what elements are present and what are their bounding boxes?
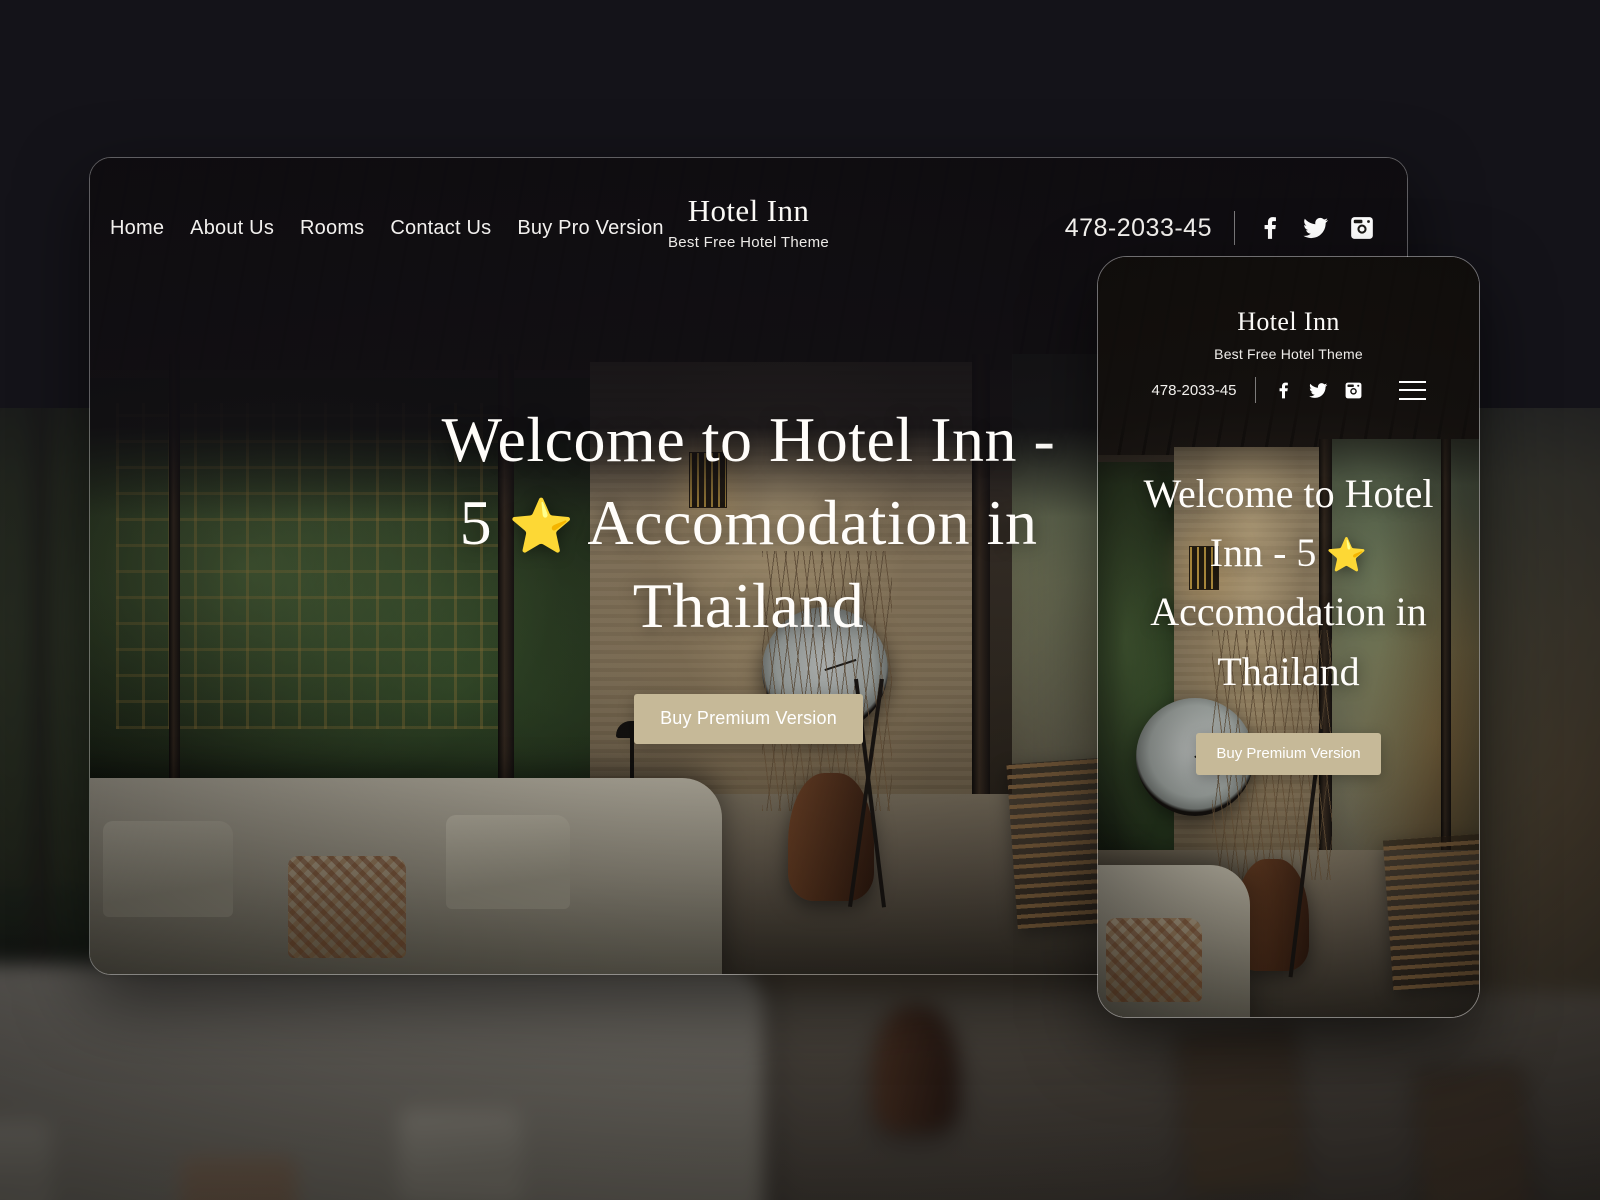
mobile-buy-premium-version-button[interactable]: Buy Premium Version xyxy=(1196,732,1381,775)
nav-item-home[interactable]: Home xyxy=(110,217,164,240)
nav-item-contact-us[interactable]: Contact Us xyxy=(390,217,491,240)
header-contact-group: 478-2033-45 xyxy=(1065,211,1375,245)
star-icon: ⭐ xyxy=(508,498,575,557)
mobile-header-divider xyxy=(1254,377,1256,403)
social-links xyxy=(1257,215,1375,241)
hero-heading: Welcome to Hotel Inn - 5 ⭐ Accomodation … xyxy=(429,398,1069,648)
mobile-social-links xyxy=(1274,381,1363,400)
mobile-hero-heading-part-one: Welcome to Hotel Inn - 5 xyxy=(1143,471,1434,576)
header-phone-number[interactable]: 478-2033-45 xyxy=(1065,214,1212,243)
main-navigation: Home About Us Rooms Contact Us Buy Pro V… xyxy=(110,217,664,240)
mobile-hero-heading-part-two: Accomodation in Thailand xyxy=(1150,589,1427,694)
mobile-hero-heading: Welcome to Hotel Inn - 5 ⭐ Accomodation … xyxy=(1124,464,1454,701)
buy-premium-version-button[interactable]: Buy Premium Version xyxy=(634,693,863,744)
hamburger-menu-icon[interactable] xyxy=(1398,380,1426,400)
header-divider xyxy=(1234,211,1235,245)
star-icon: ⭐ xyxy=(1326,538,1368,575)
mobile-preview-panel: Hotel Inn Best Free Hotel Theme 478-2033… xyxy=(1097,256,1480,1018)
nav-item-rooms[interactable]: Rooms xyxy=(300,217,364,240)
instagram-icon[interactable] xyxy=(1344,381,1363,400)
facebook-icon[interactable] xyxy=(1257,215,1283,241)
hamburger-bar xyxy=(1398,389,1426,391)
hero-heading-part-two: Accomodation in Thailand xyxy=(574,487,1038,642)
nav-item-about-us[interactable]: About Us xyxy=(190,217,274,240)
mobile-contact-bar: 478-2033-45 xyxy=(1098,377,1479,403)
mobile-phone-number[interactable]: 478-2033-45 xyxy=(1151,382,1236,399)
instagram-icon[interactable] xyxy=(1349,215,1375,241)
hamburger-bar xyxy=(1398,397,1426,400)
hamburger-bar xyxy=(1398,380,1426,383)
facebook-icon[interactable] xyxy=(1274,381,1293,400)
mobile-header: Hotel Inn Best Free Hotel Theme 478-2033… xyxy=(1098,257,1479,403)
twitter-icon[interactable] xyxy=(1303,215,1329,241)
nav-item-buy-pro-version[interactable]: Buy Pro Version xyxy=(517,217,663,240)
mobile-site-title[interactable]: Hotel Inn xyxy=(1098,307,1479,337)
mobile-hero-section: Welcome to Hotel Inn - 5 ⭐ Accomodation … xyxy=(1098,464,1479,775)
twitter-icon[interactable] xyxy=(1308,381,1328,400)
page-root: Home About Us Rooms Contact Us Buy Pro V… xyxy=(0,0,1600,1200)
mobile-site-tagline: Best Free Hotel Theme xyxy=(1214,346,1363,362)
